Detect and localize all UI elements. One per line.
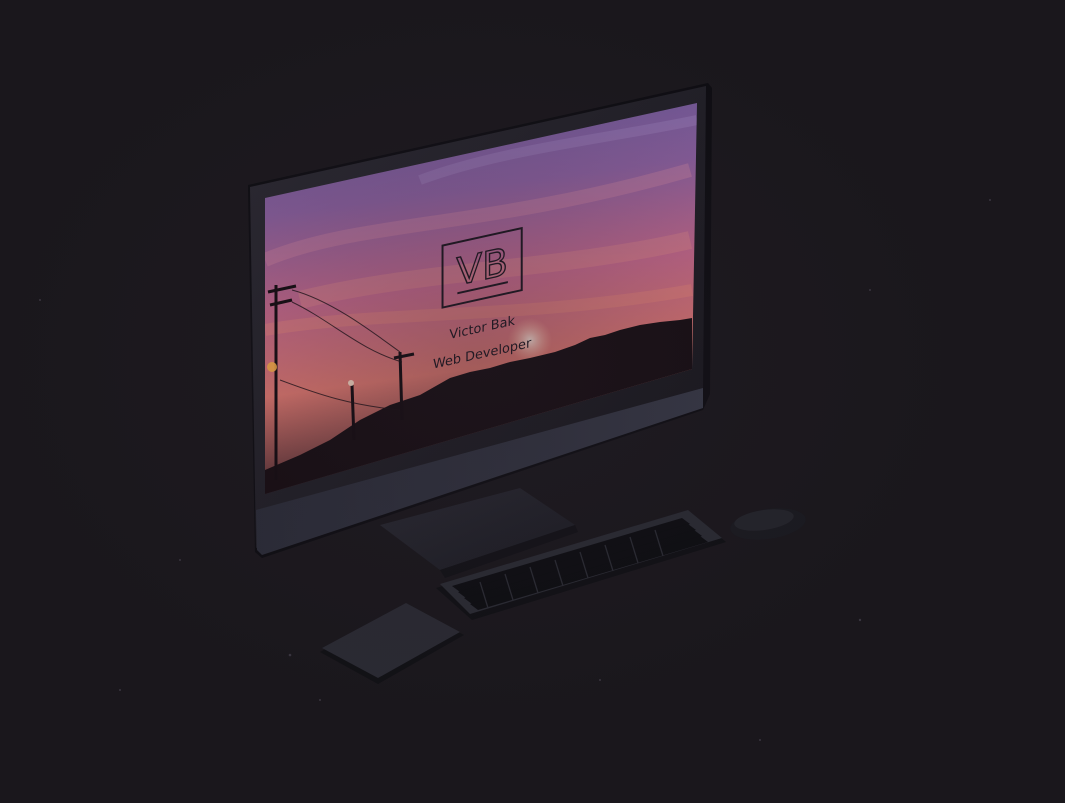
desk-scene: VB Victor Bak Web Developer	[0, 0, 1065, 799]
trackpad	[320, 603, 464, 684]
street-light-icon	[267, 362, 277, 372]
mockup-illustration: VB Victor Bak Web Developer	[39, 83, 991, 741]
